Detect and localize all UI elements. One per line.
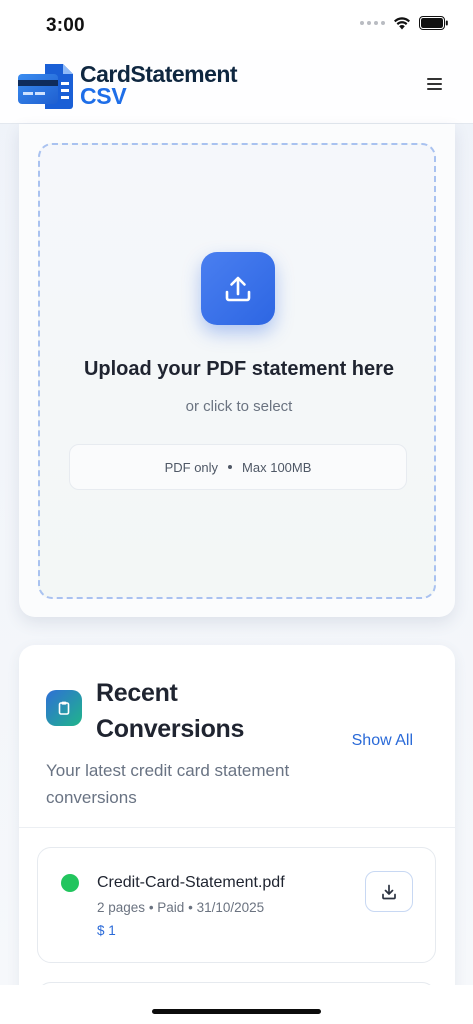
conversion-meta: 2 pages • Paid • 31/10/2025: [97, 900, 264, 915]
clipboard-icon: [46, 690, 82, 726]
conversion-filename: Credit-Card-Statement.pdf: [97, 874, 285, 891]
file-limits-pill: PDF only Max 100MB: [69, 444, 407, 490]
file-type-label: PDF only: [164, 459, 219, 475]
recent-conversions-description: Your latest credit card statement conver…: [46, 761, 290, 807]
brand-line1: CardStatement: [80, 61, 238, 87]
pdf-dropzone[interactable]: Upload your PDF statement here or click …: [38, 143, 436, 599]
status-bar: 3:00: [0, 0, 473, 50]
battery-icon: [419, 16, 448, 30]
upload-icon: [225, 276, 251, 301]
home-indicator[interactable]: [152, 1009, 321, 1014]
upload-button[interactable]: [201, 252, 275, 325]
hamburger-menu-icon[interactable]: [427, 78, 443, 92]
separator-dot: [228, 465, 233, 469]
conversion-price: $ 1: [97, 923, 116, 938]
show-all-link[interactable]: Show All: [352, 732, 413, 750]
brand-name[interactable]: CardStatement CSV: [80, 61, 238, 109]
conversion-list-item[interactable]: Credit-Card-Statement.pdf 2 pages • Paid…: [37, 847, 436, 963]
app-screen: 3:00 CardStatement CSV Upload your PDF s…: [0, 0, 473, 1024]
max-size-label: Max 100MB: [242, 459, 312, 475]
wifi-icon: [394, 17, 410, 30]
status-dot: [61, 874, 79, 892]
conversion-date: 31/10/2025: [196, 900, 265, 915]
bottom-safe-area: [0, 985, 473, 1024]
upload-subtitle[interactable]: or click to select: [40, 398, 438, 415]
status-time: 3:00: [46, 15, 85, 36]
status-icons: [360, 16, 449, 30]
card-document-logo-icon[interactable]: [17, 62, 75, 110]
divider: [19, 827, 455, 828]
recent-conversions-title: Recent Conversions: [96, 679, 245, 743]
download-button[interactable]: [365, 871, 413, 912]
conversion-status: Paid: [157, 900, 185, 915]
cellular-signal-icon: [360, 21, 385, 25]
recent-conversions-card: Recent Conversions Show All Your latest …: [19, 645, 455, 1024]
app-header: CardStatement CSV: [0, 50, 473, 124]
separator-dot: •: [188, 900, 197, 915]
conversion-pages: 2 pages: [97, 900, 146, 915]
brand-line2: CSV: [80, 83, 127, 109]
upload-card: Upload your PDF statement here or click …: [19, 124, 455, 617]
download-icon: [382, 884, 396, 899]
upload-title: Upload your PDF statement here: [83, 358, 395, 380]
